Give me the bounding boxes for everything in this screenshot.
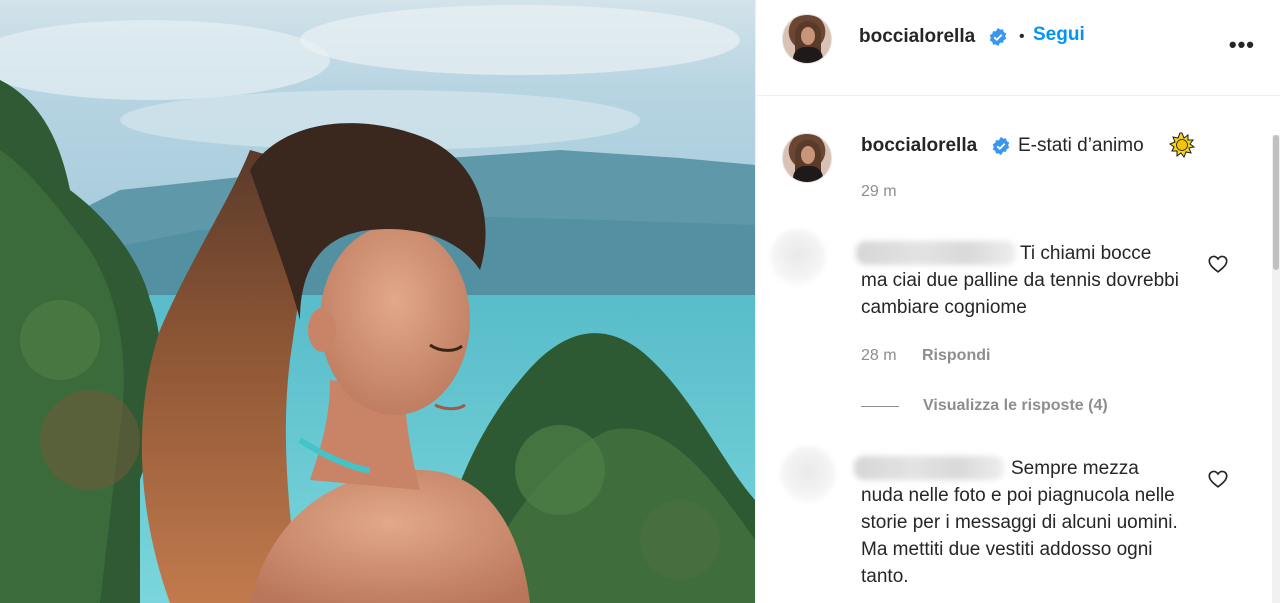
post-header: boccialorella • Segui ••• bbox=[756, 0, 1280, 96]
post-panel: boccialorella • Segui ••• boccialorella … bbox=[755, 0, 1280, 603]
author-avatar[interactable] bbox=[782, 14, 832, 64]
commenter-avatar[interactable] bbox=[780, 446, 836, 502]
author-username[interactable]: boccialorella bbox=[859, 26, 975, 48]
follow-button[interactable]: Segui bbox=[1033, 24, 1085, 46]
caption-avatar[interactable] bbox=[782, 133, 832, 183]
separator-dot: • bbox=[1019, 28, 1025, 45]
comment-text: Sempre mezza nuda nelle foto e poi piagn… bbox=[861, 458, 1178, 587]
commenter-avatar[interactable] bbox=[770, 229, 826, 285]
comment-timestamp[interactable]: 28 m bbox=[861, 347, 897, 365]
post-image bbox=[0, 0, 755, 603]
replies-divider bbox=[861, 406, 899, 407]
comments-scrollbar-thumb[interactable] bbox=[1273, 135, 1279, 270]
sun-emoji-icon bbox=[1169, 132, 1195, 158]
heart-outline-icon[interactable] bbox=[1207, 253, 1229, 275]
post-photo[interactable] bbox=[0, 0, 755, 603]
caption-text: E-stati d’animo bbox=[1018, 135, 1144, 156]
heart-outline-icon[interactable] bbox=[1207, 468, 1229, 490]
caption-timestamp[interactable]: 29 m bbox=[861, 183, 897, 201]
comment-text: Ti chiami bocce ma ciai due palline da t… bbox=[861, 243, 1179, 318]
caption-username[interactable]: boccialorella bbox=[861, 135, 977, 157]
more-options-icon[interactable]: ••• bbox=[1229, 32, 1255, 58]
verified-badge-icon bbox=[992, 136, 1010, 156]
verified-badge-icon bbox=[989, 27, 1007, 47]
view-replies-button[interactable]: Visualizza le risposte (4) bbox=[923, 397, 1108, 415]
reply-button[interactable]: Rispondi bbox=[922, 347, 990, 365]
